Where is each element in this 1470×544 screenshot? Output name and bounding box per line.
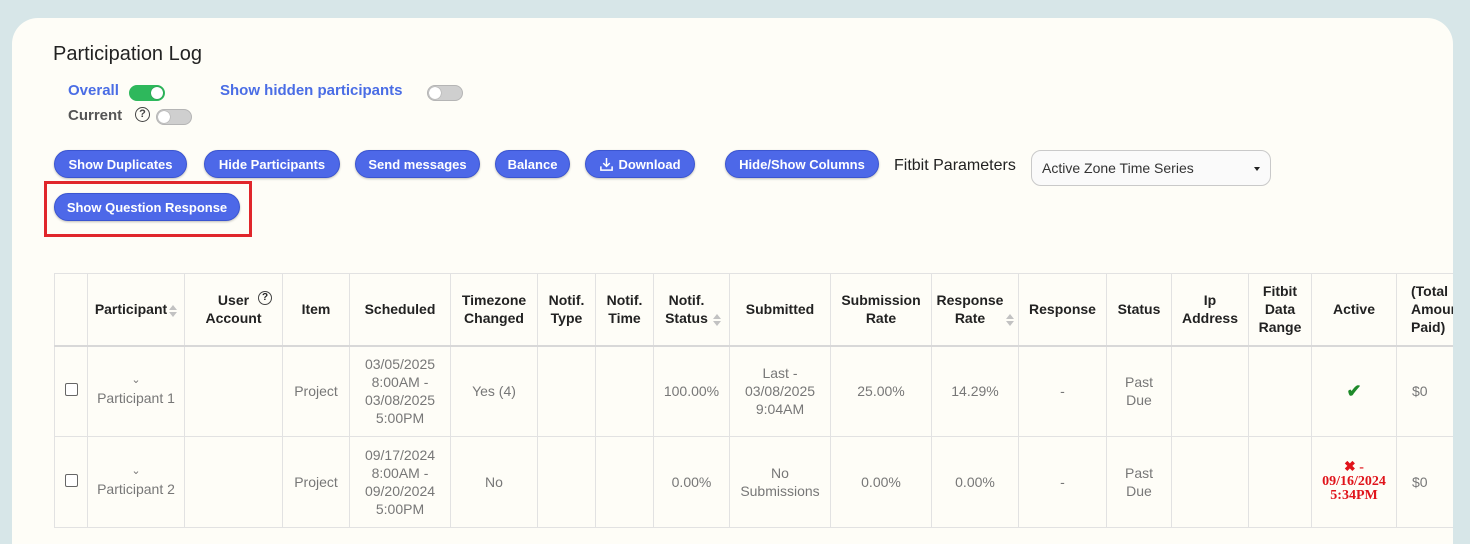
sort-icon[interactable] bbox=[712, 313, 721, 326]
page-title: Participation Log bbox=[53, 43, 202, 65]
download-button[interactable]: Download bbox=[585, 150, 695, 178]
show-question-response-button[interactable]: Show Question Response bbox=[54, 193, 240, 221]
row-checkbox[interactable] bbox=[64, 474, 78, 487]
fitbit-data-range-cell bbox=[1248, 345, 1312, 437]
notif-time-cell bbox=[595, 436, 654, 528]
row-checkbox[interactable] bbox=[64, 383, 78, 397]
submitted-cell: Last - 03/08/2025 9:04AM bbox=[729, 345, 831, 437]
active-cell: ✔ bbox=[1311, 345, 1397, 437]
timezone-changed-header: Timezone Changed bbox=[450, 273, 538, 346]
overall-toggle[interactable] bbox=[129, 85, 165, 101]
row-select-cell bbox=[54, 436, 88, 528]
participant-cell[interactable]: ⌄ Participant 2 bbox=[87, 436, 185, 528]
total-amount-paid-header: (Total Amount Paid) bbox=[1396, 273, 1453, 346]
participant-cell[interactable]: ⌄ Participant 1 bbox=[87, 345, 185, 437]
total-paid-cell: $0 bbox=[1396, 345, 1453, 437]
submission-rate-header: Submission Rate bbox=[830, 273, 932, 346]
show-hidden-participants-label: Show hidden participants bbox=[220, 82, 403, 99]
status-cell: Past Due bbox=[1106, 436, 1172, 528]
overall-label: Overall bbox=[68, 82, 119, 99]
response-cell: - bbox=[1018, 436, 1107, 528]
current-label: Current bbox=[68, 107, 123, 124]
response-rate-cell: 14.29% bbox=[931, 345, 1019, 437]
submitted-header: Submitted bbox=[729, 273, 831, 346]
status-cell: Past Due bbox=[1106, 345, 1172, 437]
toggle-knob bbox=[158, 111, 170, 123]
status-header: Status bbox=[1106, 273, 1172, 346]
notif-type-cell bbox=[537, 436, 596, 528]
show-hidden-participants-toggle[interactable] bbox=[427, 85, 463, 101]
chevron-down-icon bbox=[1254, 167, 1260, 171]
send-messages-button[interactable]: Send messages bbox=[355, 150, 480, 178]
hide-participants-button[interactable]: Hide Participants bbox=[204, 150, 340, 178]
scheduled-cell: 03/05/2025 8:00AM - 03/08/2025 5:00PM bbox=[349, 345, 451, 437]
notif-type-cell bbox=[537, 345, 596, 437]
submission-rate-cell: 0.00% bbox=[830, 436, 932, 528]
user-account-header: User Account? bbox=[184, 273, 283, 346]
user-account-cell bbox=[184, 436, 283, 528]
fitbit-data-range-cell bbox=[1248, 436, 1312, 528]
ip-address-header: Ip Address bbox=[1171, 273, 1249, 346]
notif-type-header: Notif. Type bbox=[537, 273, 596, 346]
participation-table: Participant User Account? Item Scheduled… bbox=[54, 273, 1453, 528]
select-column-header bbox=[54, 273, 88, 346]
help-icon[interactable]: ? bbox=[258, 291, 272, 305]
participation-card: Participation Log Overall Current ? Show… bbox=[12, 18, 1453, 544]
scheduled-cell: 09/17/2024 8:00AM - 09/20/2024 5:00PM bbox=[349, 436, 451, 528]
ip-address-cell bbox=[1171, 436, 1249, 528]
fitbit-parameters-select[interactable]: Active Zone Time Series bbox=[1031, 150, 1271, 186]
table-row: ⌄ Participant 1 Project 03/05/2025 8:00AM… bbox=[54, 345, 1453, 437]
chevron-down-icon[interactable]: ⌄ bbox=[88, 466, 184, 477]
response-rate-cell: 0.00% bbox=[931, 436, 1019, 528]
fitbit-selected-value: Active Zone Time Series bbox=[1042, 160, 1194, 176]
notif-time-cell bbox=[595, 345, 654, 437]
sort-icon[interactable] bbox=[169, 304, 178, 317]
toggle-knob bbox=[429, 87, 441, 99]
ip-address-cell bbox=[1171, 345, 1249, 437]
hide-show-columns-button[interactable]: Hide/Show Columns bbox=[725, 150, 879, 178]
notif-status-header[interactable]: Notif. Status bbox=[653, 273, 730, 346]
submission-rate-cell: 25.00% bbox=[830, 345, 932, 437]
row-select-cell bbox=[54, 345, 88, 437]
active-header: Active bbox=[1311, 273, 1397, 346]
help-icon[interactable]: ? bbox=[135, 107, 150, 122]
item-cell: Project bbox=[282, 436, 350, 528]
participant-header[interactable]: Participant bbox=[87, 273, 185, 346]
balance-button[interactable]: Balance bbox=[495, 150, 570, 178]
user-account-cell bbox=[184, 345, 283, 437]
notif-status-cell: 0.00% bbox=[653, 436, 730, 528]
sort-icon[interactable] bbox=[1006, 313, 1014, 326]
table-header-row: Participant User Account? Item Scheduled… bbox=[54, 273, 1453, 346]
response-header: Response bbox=[1018, 273, 1107, 346]
fitbit-data-range-header: Fitbit Data Range bbox=[1248, 273, 1312, 346]
item-header: Item bbox=[282, 273, 350, 346]
download-icon bbox=[600, 157, 614, 171]
fitbit-parameters-label: Fitbit Parameters bbox=[894, 157, 1016, 174]
item-cell: Project bbox=[282, 345, 350, 437]
toggle-knob bbox=[151, 87, 163, 99]
notif-time-header: Notif. Time bbox=[595, 273, 654, 346]
table-row: ⌄ Participant 2 Project 09/17/2024 8:00AM… bbox=[54, 436, 1453, 528]
timezone-changed-cell: No bbox=[450, 436, 538, 528]
response-cell: - bbox=[1018, 345, 1107, 437]
active-cell: ✖ - 09/16/2024 5:34PM bbox=[1311, 436, 1397, 528]
chevron-down-icon[interactable]: ⌄ bbox=[88, 375, 184, 386]
timezone-changed-cell: Yes (4) bbox=[450, 345, 538, 437]
check-icon: ✔ bbox=[1346, 380, 1362, 401]
show-duplicates-button[interactable]: Show Duplicates bbox=[54, 150, 187, 178]
x-icon: ✖ bbox=[1344, 460, 1356, 475]
download-label: Download bbox=[618, 156, 681, 172]
scheduled-header: Scheduled bbox=[349, 273, 451, 346]
notif-status-cell: 100.00% bbox=[653, 345, 730, 437]
submitted-cell: No Submissions bbox=[729, 436, 831, 528]
response-rate-header[interactable]: Response Rate bbox=[931, 273, 1019, 346]
total-paid-cell: $0 bbox=[1396, 436, 1453, 528]
current-toggle[interactable] bbox=[156, 109, 192, 125]
